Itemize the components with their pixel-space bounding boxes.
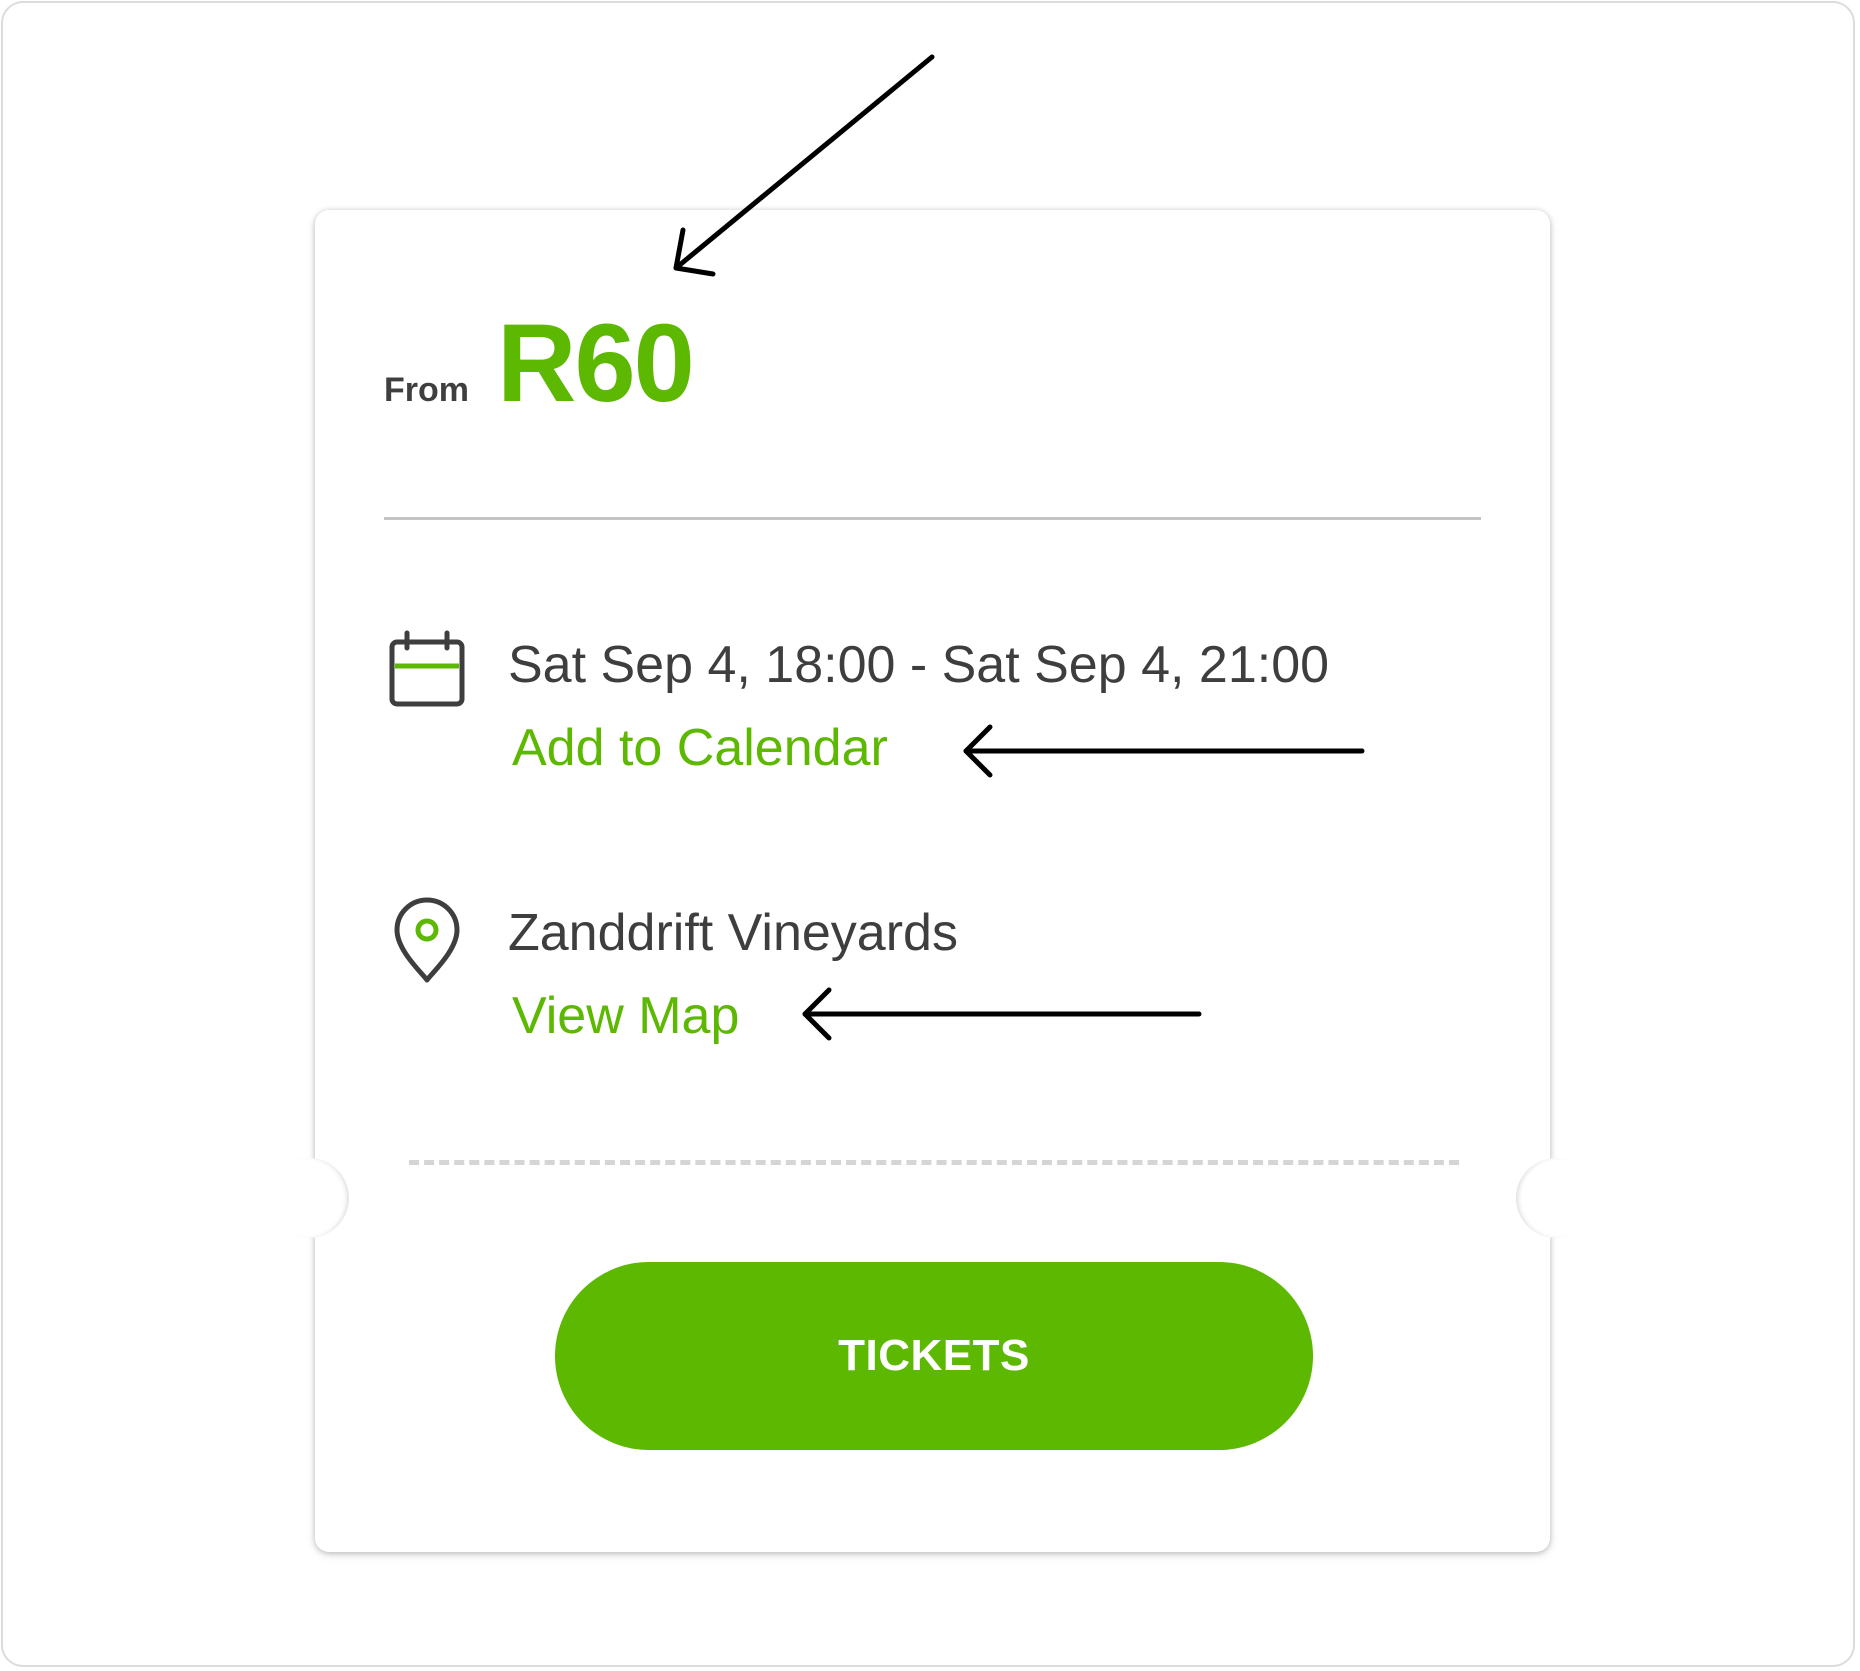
price-divider [384,517,1481,520]
event-venue: Zanddrift Vineyards [508,904,958,962]
ticket-notch-right [1516,1158,1596,1238]
price-row: From R60 [384,300,695,427]
event-datetime: Sat Sep 4, 18:00 - Sat Sep 4, 21:00 [508,636,1330,694]
view-map-link[interactable]: View Map [512,986,739,1046]
add-to-calendar-link[interactable]: Add to Calendar [512,718,888,778]
map-pin-icon [391,896,471,983]
calendar-icon [387,630,467,710]
price-from-label: From [384,371,469,409]
tickets-button[interactable]: TICKETS [555,1262,1313,1450]
price-amount: R60 [497,302,695,425]
ticket-perforation [409,1160,1459,1165]
event-ticket-card: From R60 Sat Sep 4, 18:00 - Sat Sep 4, 2… [269,210,1596,1552]
ticket-notch-left [269,1158,349,1238]
